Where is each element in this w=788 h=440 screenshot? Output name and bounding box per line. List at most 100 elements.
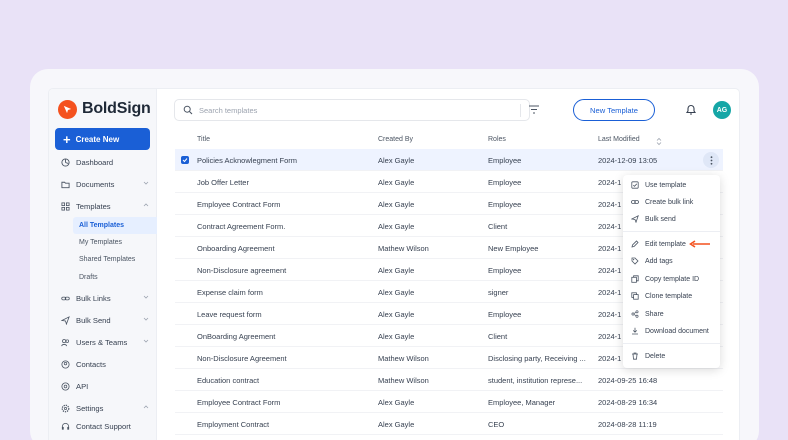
cell-roles: Employee [488,177,522,187]
cell-created-by: Mathew Wilson [378,353,429,363]
sidebar-item-documents[interactable]: Documents [49,175,157,193]
arrow-pointer-icon [689,240,710,248]
link-icon [61,296,70,300]
cell-roles: Client [488,331,508,341]
sidebar-sub-shared-templates[interactable]: Shared Templates [73,251,157,268]
menu-item-download-document[interactable]: Download document [623,323,720,339]
column-header-last-modified[interactable]: Last Modified [598,136,640,143]
menu-item-copy-template-id[interactable]: Copy template ID [623,271,720,287]
chevron-up-icon [143,203,149,207]
cell-created-by: Alex Gayle [378,331,415,341]
cell-title: OnBoarding Agreement [197,331,276,341]
cell-created-by: Alex Gayle [378,221,415,231]
sidebar-item-api[interactable]: API [49,377,157,395]
kebab-icon [710,155,712,165]
cell-last-modified: 2024-12-09 13:05 [598,155,658,165]
chevron-up-icon [143,405,149,409]
sidebar-item-users-teams[interactable]: Users & Teams [49,333,157,351]
search-input[interactable] [199,105,499,115]
table-row[interactable]: Employment Contract Alex Gayle CEO 2024-08-… [175,413,723,435]
menu-item-add-tags[interactable]: Add tags [623,253,720,269]
cell-title: Leave request form [197,309,262,319]
cell-roles: Employee [488,155,522,165]
menu-divider [623,231,720,232]
cell-roles: Client [488,221,508,231]
avatar[interactable]: AG [713,101,731,119]
cell-title: Employee Contract Form [197,199,281,209]
row-checkbox[interactable] [181,156,189,164]
cell-roles: student, institution represe... [488,375,583,385]
menu-item-label: Delete [645,352,666,360]
sidebar-item-label: Contacts [76,359,106,369]
table-row[interactable]: Employee Contract Form Alex Gayle Employee… [175,391,723,413]
link-icon [631,200,639,204]
folder-icon [61,181,70,188]
cell-created-by: Alex Gayle [378,199,415,209]
cell-created-by: Alex Gayle [378,309,415,319]
search-divider [520,104,521,117]
cell-roles: Employee, Manager [488,397,556,407]
table-row[interactable]: Education contract Mathew Wilson student, … [175,369,723,391]
menu-item-create-bulk-link[interactable]: Create bulk link [623,194,720,210]
sidebar-item-templates[interactable]: Templates [49,197,157,215]
menu-item-label: Add tags [645,257,673,265]
cell-roles: Disclosing party, Receiving ... [488,353,586,363]
search-box [174,99,530,121]
sidebar-sub-all-templates[interactable]: All Templates [73,217,157,234]
sidebar-item-settings[interactable]: Settings [49,399,157,417]
menu-item-label: Share [645,310,664,318]
sidebar-sub-my-templates[interactable]: My Templates [73,234,157,251]
cell-roles: Employee [488,265,522,275]
clone-icon [631,292,639,300]
create-new-button[interactable]: + Create New [55,128,150,150]
chevron-down-icon [143,295,149,299]
cell-roles: signer [488,287,509,297]
dashboard-icon [61,157,70,167]
logo-icon [58,99,77,119]
cell-title: Employment Contract [197,419,270,429]
column-header-title[interactable]: Title [197,136,210,143]
column-header-roles[interactable]: Roles [488,136,506,143]
tag-icon [631,257,639,265]
menu-item-label: Use template [645,181,687,189]
menu-item-clone-template[interactable]: Clone template [623,288,720,304]
sidebar-item-contact-support[interactable]: Contact Support [49,417,157,435]
table-row[interactable]: Policies Acknowlegment Form Alex Gayle Emp… [175,149,723,171]
sidebar-item-label: Users & Teams [76,337,128,347]
grid-icon [61,201,70,211]
cell-created-by: Alex Gayle [378,155,415,165]
new-template-button[interactable]: New Template [573,99,655,121]
menu-item-bulk-send[interactable]: Bulk send [623,211,720,227]
cell-created-by: Mathew Wilson [378,243,429,253]
column-header-created-by[interactable]: Created By [378,136,413,143]
menu-item-label: Bulk send [645,215,676,223]
menu-item-label: Copy template ID [645,275,700,283]
sidebar-item-bulk-send[interactable]: Bulk Send [49,311,157,329]
sort-icon[interactable] [656,137,662,146]
row-actions-button[interactable] [703,152,719,168]
chevron-down-icon [143,181,149,185]
sidebar-item-contacts[interactable]: Contacts [49,355,157,373]
cell-last-modified: 2024-08-29 16:34 [598,397,658,407]
menu-item-delete[interactable]: Delete [623,348,720,364]
sidebar-item-dashboard[interactable]: Dashboard [49,153,157,171]
bell-icon[interactable] [685,103,697,116]
cell-last-modified: 2024-09-25 16:48 [598,375,658,385]
sidebar-sub-drafts[interactable]: Drafts [73,269,157,286]
logo[interactable]: BoldSign [58,99,151,119]
filter-icon[interactable] [528,104,540,115]
sidebar-item-bulk-links[interactable]: Bulk Links [49,289,157,307]
sidebar-item-label: Bulk Links [76,293,111,303]
menu-item-label: Edit template [645,240,686,248]
users-icon [61,338,70,346]
cell-created-by: Alex Gayle [378,265,415,275]
send-icon [631,215,639,223]
menu-item-use-template[interactable]: Use template [623,177,720,193]
cell-created-by: Alex Gayle [378,419,415,429]
cell-title: Onboarding Agreement [197,243,275,253]
menu-item-share[interactable]: Share [623,306,720,322]
sidebar-item-label: Documents [76,179,115,189]
cell-title: Policies Acknowlegment Form [197,155,298,165]
cell-roles: Employee [488,309,522,319]
menu-item-label: Clone template [645,292,693,300]
